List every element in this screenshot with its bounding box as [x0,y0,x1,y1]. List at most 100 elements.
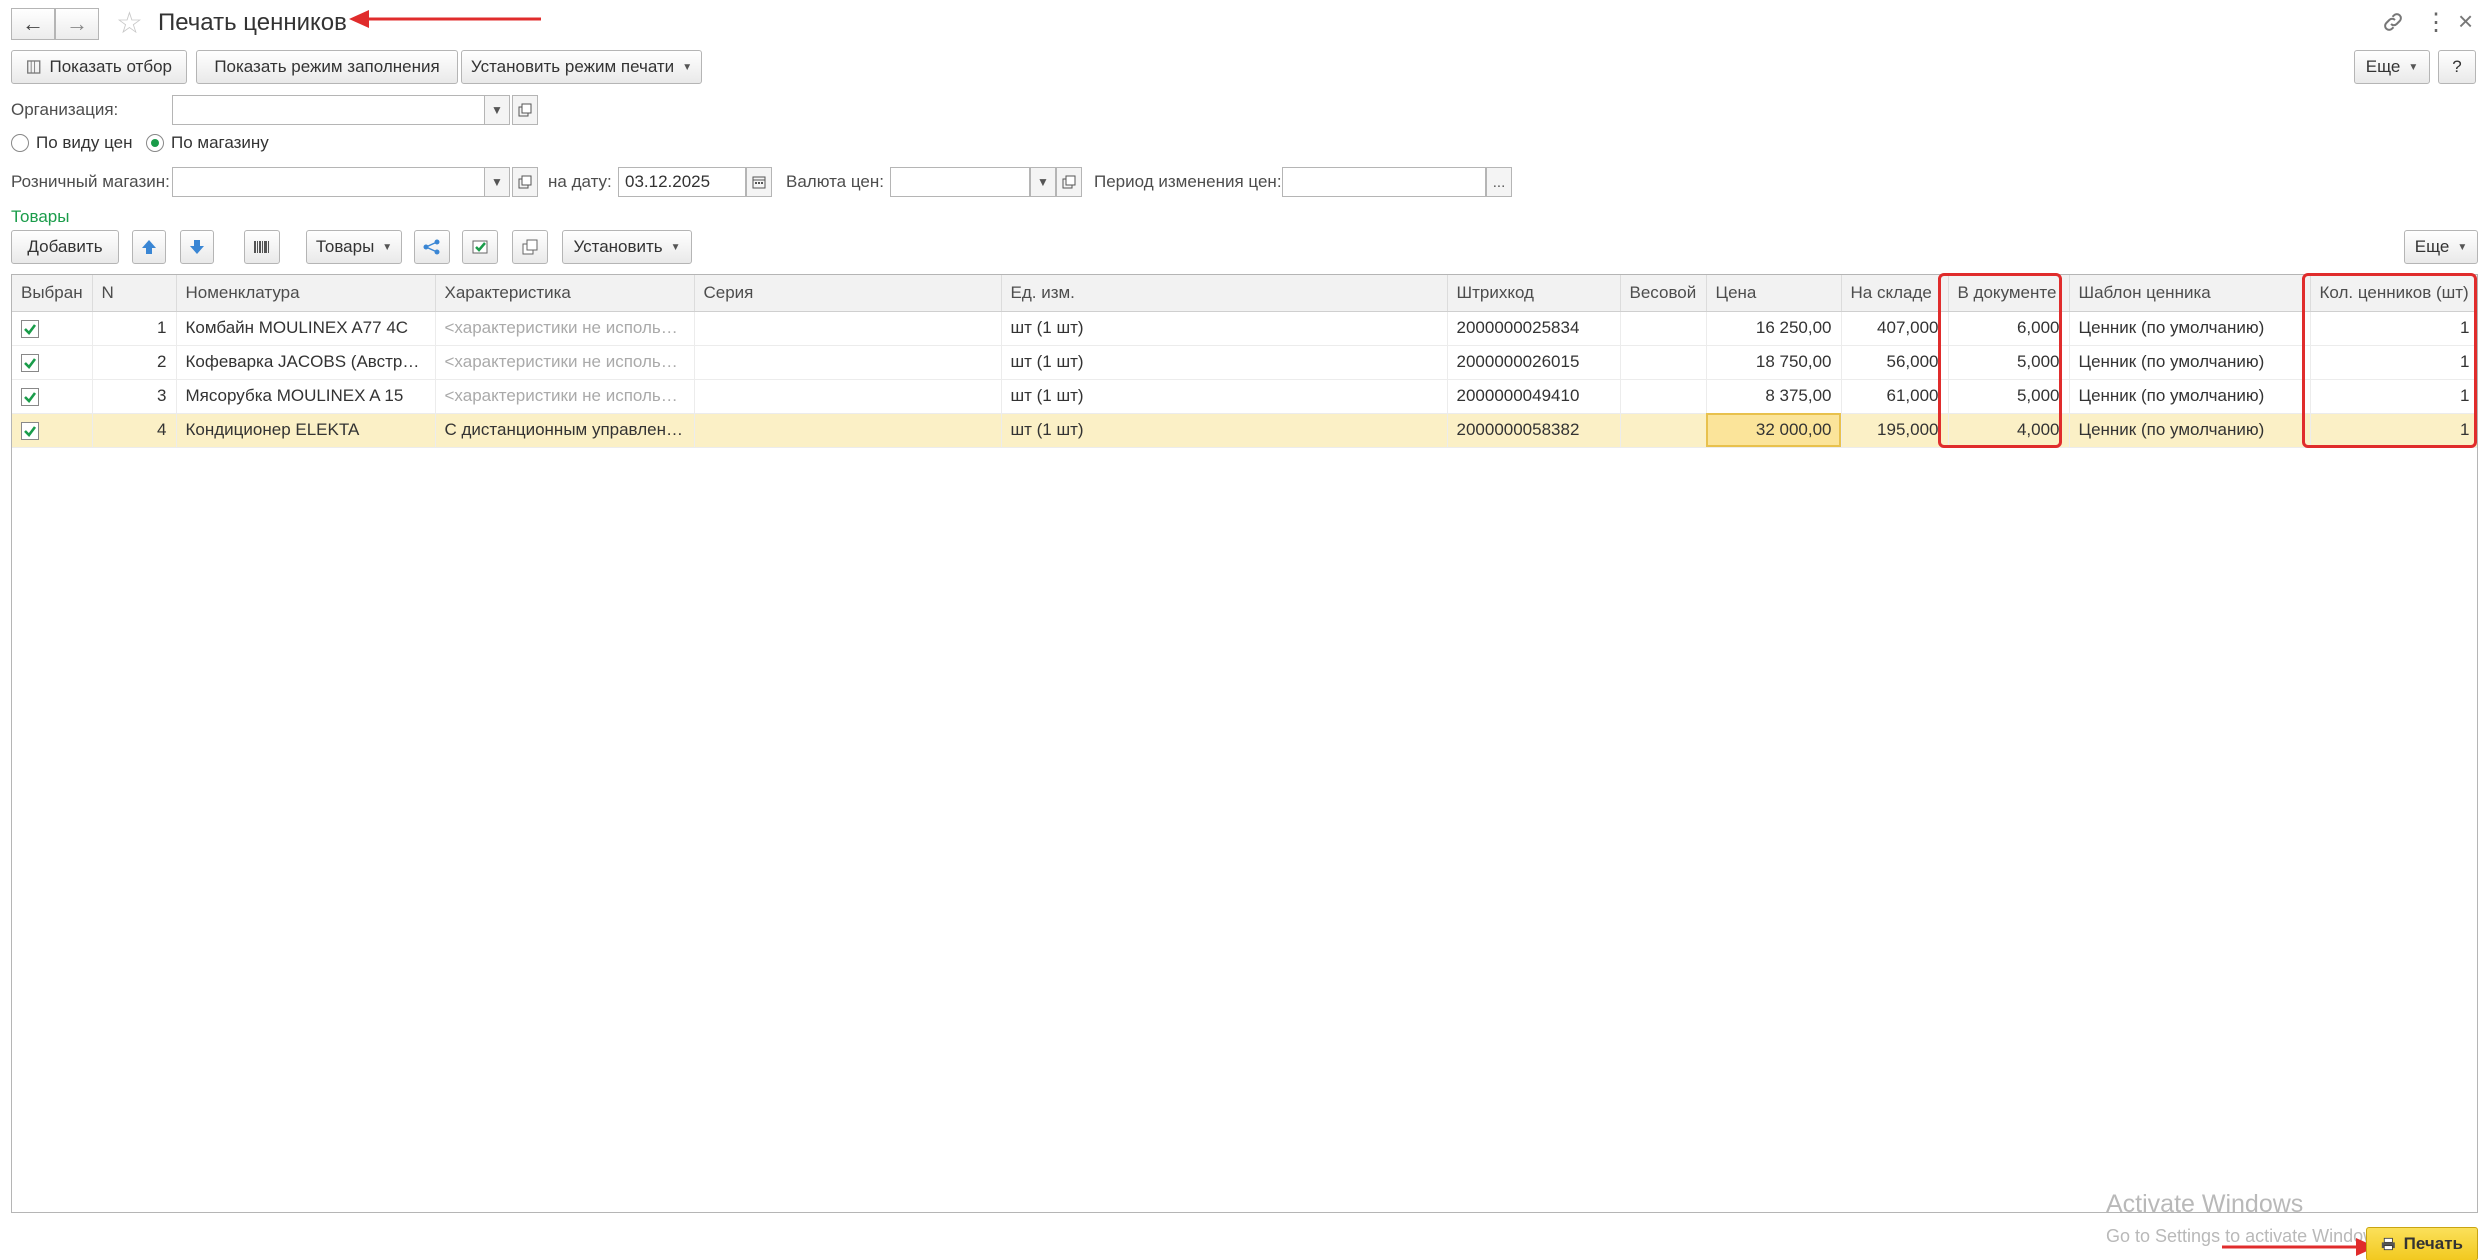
forward-button[interactable]: → [55,8,99,40]
cell-characteristic[interactable]: <характеристики не используются> [435,379,695,414]
table-row[interactable]: 3 Мясорубка MOULINEX A 15 <характеристики … [12,379,2477,414]
cell-in-document[interactable]: 4,000 [1948,413,2070,448]
move-up-button[interactable] [132,230,166,264]
cell-series[interactable] [694,345,1002,380]
table-row[interactable]: 2 Кофеварка JACOBS (Австрия) <характеристи… [12,345,2477,380]
col-unit[interactable]: Ед. изм. [1001,275,1448,312]
uncheck-all-button[interactable] [512,230,548,264]
date-calendar-button[interactable] [746,167,772,197]
checkbox-checked-icon[interactable] [21,387,39,406]
cell-nomenclature[interactable]: Комбайн MOULINEX A77 4C [176,311,436,346]
share-button[interactable] [414,230,450,264]
more-vertical-icon[interactable]: ⋮ [2424,8,2448,37]
organization-field[interactable] [172,95,510,125]
col-nomenclature[interactable]: Номенклатура [176,275,436,312]
cell-unit[interactable]: шт (1 шт) [1001,413,1448,448]
add-button[interactable]: Добавить [11,230,119,264]
checkbox-checked-icon[interactable] [21,353,39,372]
link-icon[interactable] [2381,10,2405,40]
cell-series[interactable] [694,379,1002,414]
cell-barcode[interactable]: 2000000049410 [1447,379,1621,414]
radio-by-store[interactable]: По магазину [146,133,269,153]
store-field[interactable] [172,167,510,197]
cell-count[interactable]: 1 [2310,379,2477,414]
more-button[interactable]: Еще ▼ [2354,50,2430,84]
favorite-star-icon[interactable]: ☆ [116,6,143,41]
radio-by-price-type[interactable]: По виду цен [11,133,132,153]
cell-weight[interactable] [1620,311,1707,346]
store-open-button[interactable] [512,167,538,197]
cell-template[interactable]: Ценник (по умолчанию) [2069,413,2311,448]
col-weight[interactable]: Весовой [1620,275,1707,312]
col-stock[interactable]: На складе [1841,275,1949,312]
cell-unit[interactable]: шт (1 шт) [1001,311,1448,346]
cell-characteristic[interactable]: С дистанционным управлением [435,413,695,448]
goods-more-button[interactable]: Еще ▼ [2404,230,2478,264]
cell-price[interactable]: 8 375,00 [1706,379,1842,414]
period-field[interactable] [1282,167,1486,197]
cell-in-document[interactable]: 5,000 [1948,345,2070,380]
cell-unit[interactable]: шт (1 шт) [1001,345,1448,380]
col-selected[interactable]: Выбран [12,275,93,312]
cell-count[interactable]: 1 [2310,311,2477,346]
cell-template[interactable]: Ценник (по умолчанию) [2069,311,2311,346]
cell-n[interactable]: 4 [92,413,177,448]
goods-table[interactable]: Выбран N Номенклатура Характеристика Сер… [11,274,2478,1213]
cell-n[interactable]: 1 [92,311,177,346]
cell-nomenclature[interactable]: Кофеварка JACOBS (Австрия) [176,345,436,380]
col-template[interactable]: Шаблон ценника [2069,275,2311,312]
col-count[interactable]: Кол. ценников (шт) [2310,275,2477,312]
cell-series[interactable] [694,413,1002,448]
cell-characteristic[interactable]: <характеристики не используются> [435,311,695,346]
col-characteristic[interactable]: Характеристика [435,275,695,312]
cell-barcode[interactable]: 2000000026015 [1447,345,1621,380]
cell-in-document[interactable]: 6,000 [1948,311,2070,346]
move-down-button[interactable] [180,230,214,264]
checkbox-checked-icon[interactable] [21,319,39,338]
set-menu-button[interactable]: Установить ▼ [562,230,692,264]
cell-unit[interactable]: шт (1 шт) [1001,379,1448,414]
cell-series[interactable] [694,311,1002,346]
cell-barcode[interactable]: 2000000058382 [1447,413,1621,448]
cell-stock[interactable]: 56,000 [1841,345,1949,380]
set-print-mode-button[interactable]: Установить режим печати ▼ [461,50,702,84]
table-row[interactable]: 1 Комбайн MOULINEX A77 4C <характеристики … [12,311,2477,346]
cell-template[interactable]: Ценник (по умолчанию) [2069,345,2311,380]
cell-stock[interactable]: 195,000 [1841,413,1949,448]
col-in-document[interactable]: В документе [1948,275,2070,312]
date-field[interactable]: 03.12.2025 [618,167,746,197]
store-dropdown-button[interactable]: ▼ [484,167,510,197]
cell-nomenclature[interactable]: Мясорубка MOULINEX A 15 [176,379,436,414]
cell-weight[interactable] [1620,345,1707,380]
cell-barcode[interactable]: 2000000025834 [1447,311,1621,346]
cell-n[interactable]: 2 [92,345,177,380]
cell-selected[interactable] [12,379,93,414]
organization-dropdown-button[interactable]: ▼ [484,95,510,125]
cell-stock[interactable]: 61,000 [1841,379,1949,414]
cell-weight[interactable] [1620,413,1707,448]
goods-menu-button[interactable]: Товары ▼ [306,230,402,264]
cell-nomenclature[interactable]: Кондиционер ELEKTA [176,413,436,448]
check-all-button[interactable] [462,230,498,264]
cell-n[interactable]: 3 [92,379,177,414]
cell-count[interactable]: 1 [2310,345,2477,380]
cell-price[interactable]: 16 250,00 [1706,311,1842,346]
close-icon[interactable]: × [2458,6,2473,37]
period-select-button[interactable]: ... [1486,167,1512,197]
cell-price[interactable]: 32 000,00 [1706,413,1842,448]
show-fill-mode-button[interactable]: Показать режим заполнения [196,50,458,84]
back-button[interactable]: ← [11,8,55,40]
cell-price[interactable]: 18 750,00 [1706,345,1842,380]
cell-characteristic[interactable]: <характеристики не используются> [435,345,695,380]
help-button[interactable]: ? [2438,50,2476,84]
col-n[interactable]: N [92,275,177,312]
cell-template[interactable]: Ценник (по умолчанию) [2069,379,2311,414]
barcode-button[interactable] [244,230,280,264]
cell-weight[interactable] [1620,379,1707,414]
currency-field[interactable] [890,167,1030,197]
print-button[interactable]: Печать [2366,1227,2478,1260]
cell-stock[interactable]: 407,000 [1841,311,1949,346]
show-filter-button[interactable]: Показать отбор [11,50,187,84]
col-barcode[interactable]: Штрихкод [1447,275,1621,312]
cell-in-document[interactable]: 5,000 [1948,379,2070,414]
